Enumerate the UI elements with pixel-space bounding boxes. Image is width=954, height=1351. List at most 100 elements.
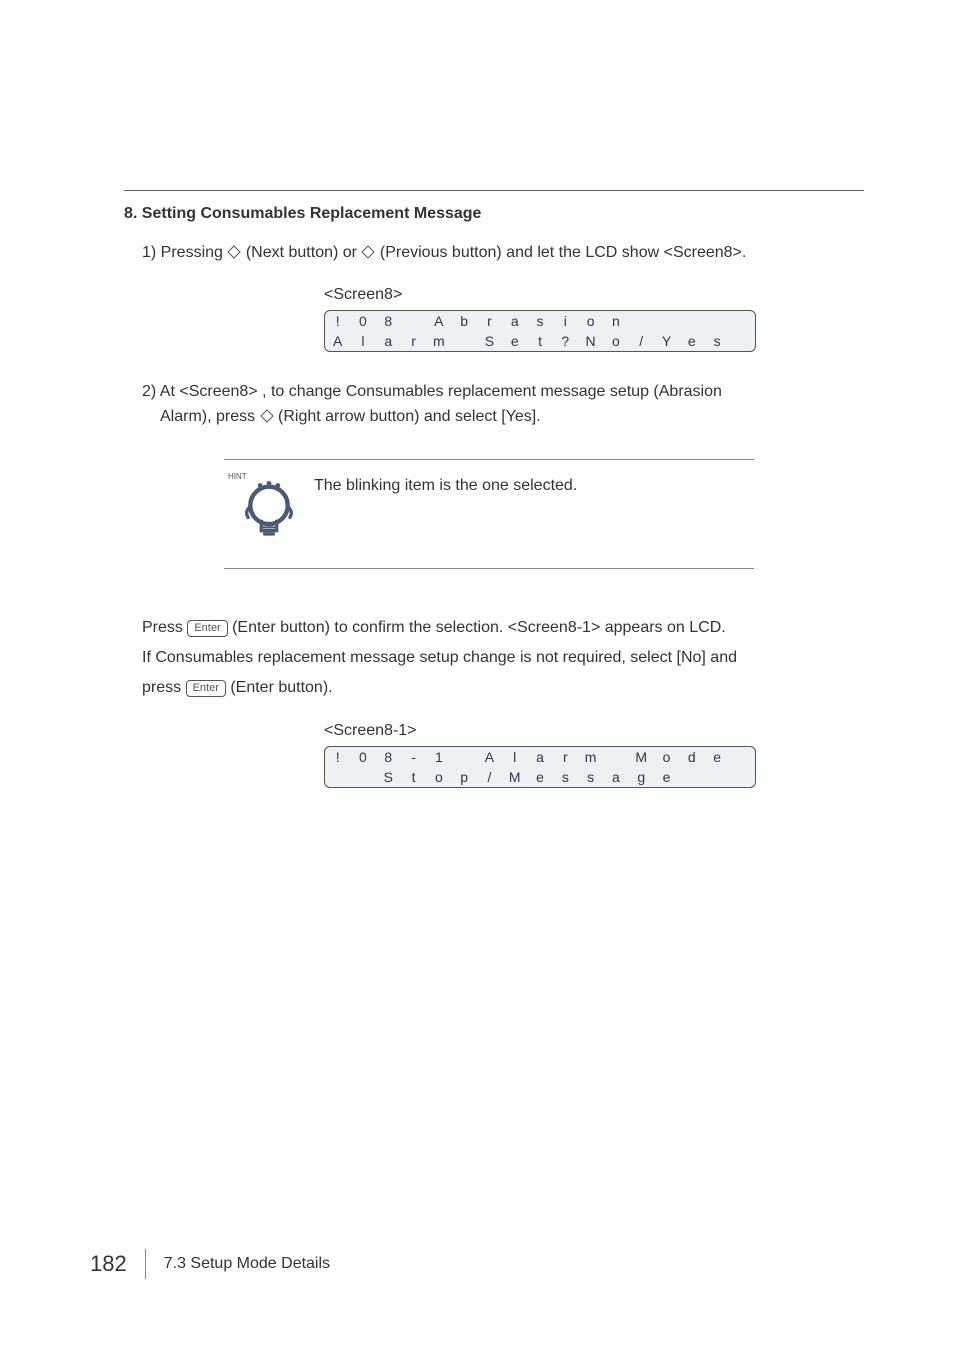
lcd-cell — [451, 747, 476, 767]
step-2-line1: 2) At <Screen8> , to change Consumables … — [142, 380, 864, 405]
lcd-cell — [350, 767, 375, 787]
lcd-cell: l — [350, 331, 375, 351]
lcd-cell: 0 — [350, 747, 375, 767]
lcd-cell: 8 — [376, 747, 401, 767]
lcd-cell — [730, 747, 755, 767]
lcd-cell: A — [426, 311, 451, 331]
lcd-cell — [325, 767, 350, 787]
lcd-cell: s — [527, 311, 552, 331]
lcd-cell: l — [502, 747, 527, 767]
lcd-cell: M — [502, 767, 527, 787]
page-number: 182 — [90, 1251, 145, 1277]
screen8-1-block: <Screen8-1> !08-1 Alarm Mode Stop/Messag… — [324, 722, 864, 788]
lcd-cell: / — [629, 331, 654, 351]
lcd-cell — [679, 767, 704, 787]
lightbulb-icon — [236, 479, 302, 545]
lcd-cell: o — [654, 747, 679, 767]
lcd-cell: 1 — [426, 747, 451, 767]
para-a: Press — [142, 619, 187, 636]
previous-button-icon — [361, 245, 375, 259]
lcd-cell: S — [477, 331, 502, 351]
lcd-cell: m — [426, 331, 451, 351]
lcd-cell: o — [426, 767, 451, 787]
lcd-cell: b — [451, 311, 476, 331]
horizontal-rule — [124, 190, 864, 191]
step-1-text-c: (Previous button) and let the LCD show <… — [380, 244, 746, 261]
lcd-cell: o — [578, 311, 603, 331]
lcd-cell — [401, 311, 426, 331]
hint-text: The blinking item is the one selected. — [314, 472, 577, 498]
enter-key-icon: Enter — [187, 620, 227, 637]
lcd-cell: ! — [325, 311, 350, 331]
lcd-cell — [704, 311, 729, 331]
lcd-cell — [679, 311, 704, 331]
lcd-cell: t — [527, 331, 552, 351]
lcd-screen8: !08 Abrasion Alarm Set?No/Yes — [324, 310, 756, 352]
lcd-cell: g — [629, 767, 654, 787]
lcd-cell: a — [376, 331, 401, 351]
lcd-cell: A — [325, 331, 350, 351]
lcd-cell: S — [376, 767, 401, 787]
para-b: (Enter button) to confirm the selection.… — [232, 619, 726, 636]
para-e: (Enter button). — [230, 679, 332, 696]
lcd-screen8-1: !08-1 Alarm Mode Stop/Message — [324, 746, 756, 788]
lcd-cell: 8 — [376, 311, 401, 331]
lcd-cell: e — [654, 767, 679, 787]
lcd-cell: e — [704, 747, 729, 767]
enter-key-icon-2: Enter — [186, 680, 226, 697]
lcd-cell — [654, 311, 679, 331]
hint-icon-block: HINT — [224, 472, 314, 550]
hint-box: HINT The blinking item is the one select… — [224, 459, 754, 569]
screen8-block: <Screen8> !08 Abrasion Alarm Set?No/Yes — [324, 286, 864, 352]
screen8-caption: <Screen8> — [324, 286, 864, 304]
lcd-cell: n — [603, 311, 628, 331]
lcd-cell: i — [553, 311, 578, 331]
step-1-text-b: (Next button) or — [246, 244, 362, 261]
lcd-cell: N — [578, 331, 603, 351]
section-heading: 8. Setting Consumables Replacement Messa… — [124, 205, 864, 223]
lcd-cell: r — [477, 311, 502, 331]
lcd-cell: Y — [654, 331, 679, 351]
lcd-cell — [704, 767, 729, 787]
lcd-cell: o — [603, 331, 628, 351]
para-d: press — [142, 679, 186, 696]
step-1: 1) Pressing (Next button) or (Previous b… — [142, 241, 864, 266]
step-2-text-c: (Right arrow button) and select [Yes]. — [278, 408, 541, 425]
lcd-cell: s — [553, 767, 578, 787]
lcd-cell: / — [477, 767, 502, 787]
paragraph-block: Press Enter (Enter button) to confirm th… — [142, 613, 864, 702]
step-2: 2) At <Screen8> , to change Consumables … — [142, 380, 864, 430]
lcd-cell: a — [603, 767, 628, 787]
lcd-cell — [629, 311, 654, 331]
lcd-cell: e — [679, 331, 704, 351]
next-button-icon — [227, 245, 241, 259]
page-footer: 182 7.3 Setup Mode Details — [90, 1249, 330, 1279]
lcd-cell: e — [502, 331, 527, 351]
lcd-cell: d — [679, 747, 704, 767]
lcd-cell — [451, 331, 476, 351]
lcd-cell — [603, 747, 628, 767]
step-2-text-b: Alarm), press — [160, 408, 260, 425]
step-1-text-a: 1) Pressing — [142, 244, 227, 261]
lcd-cell: e — [527, 767, 552, 787]
lcd-cell — [730, 331, 755, 351]
lcd-cell: s — [578, 767, 603, 787]
lcd-cell: a — [502, 311, 527, 331]
footer-separator — [145, 1249, 146, 1279]
lcd-cell: A — [477, 747, 502, 767]
lcd-cell: r — [553, 747, 578, 767]
lcd-cell: s — [704, 331, 729, 351]
lcd-cell — [730, 311, 755, 331]
lcd-cell: m — [578, 747, 603, 767]
lcd-cell — [730, 767, 755, 787]
lcd-cell: ? — [553, 331, 578, 351]
lcd-cell: r — [401, 331, 426, 351]
footer-section-title: 7.3 Setup Mode Details — [164, 1255, 330, 1273]
lcd-cell: t — [401, 767, 426, 787]
lcd-cell: M — [629, 747, 654, 767]
lcd-cell: 0 — [350, 311, 375, 331]
right-arrow-button-icon — [260, 409, 274, 423]
screen8-1-caption: <Screen8-1> — [324, 722, 864, 740]
lcd-cell: a — [527, 747, 552, 767]
lcd-cell: - — [401, 747, 426, 767]
